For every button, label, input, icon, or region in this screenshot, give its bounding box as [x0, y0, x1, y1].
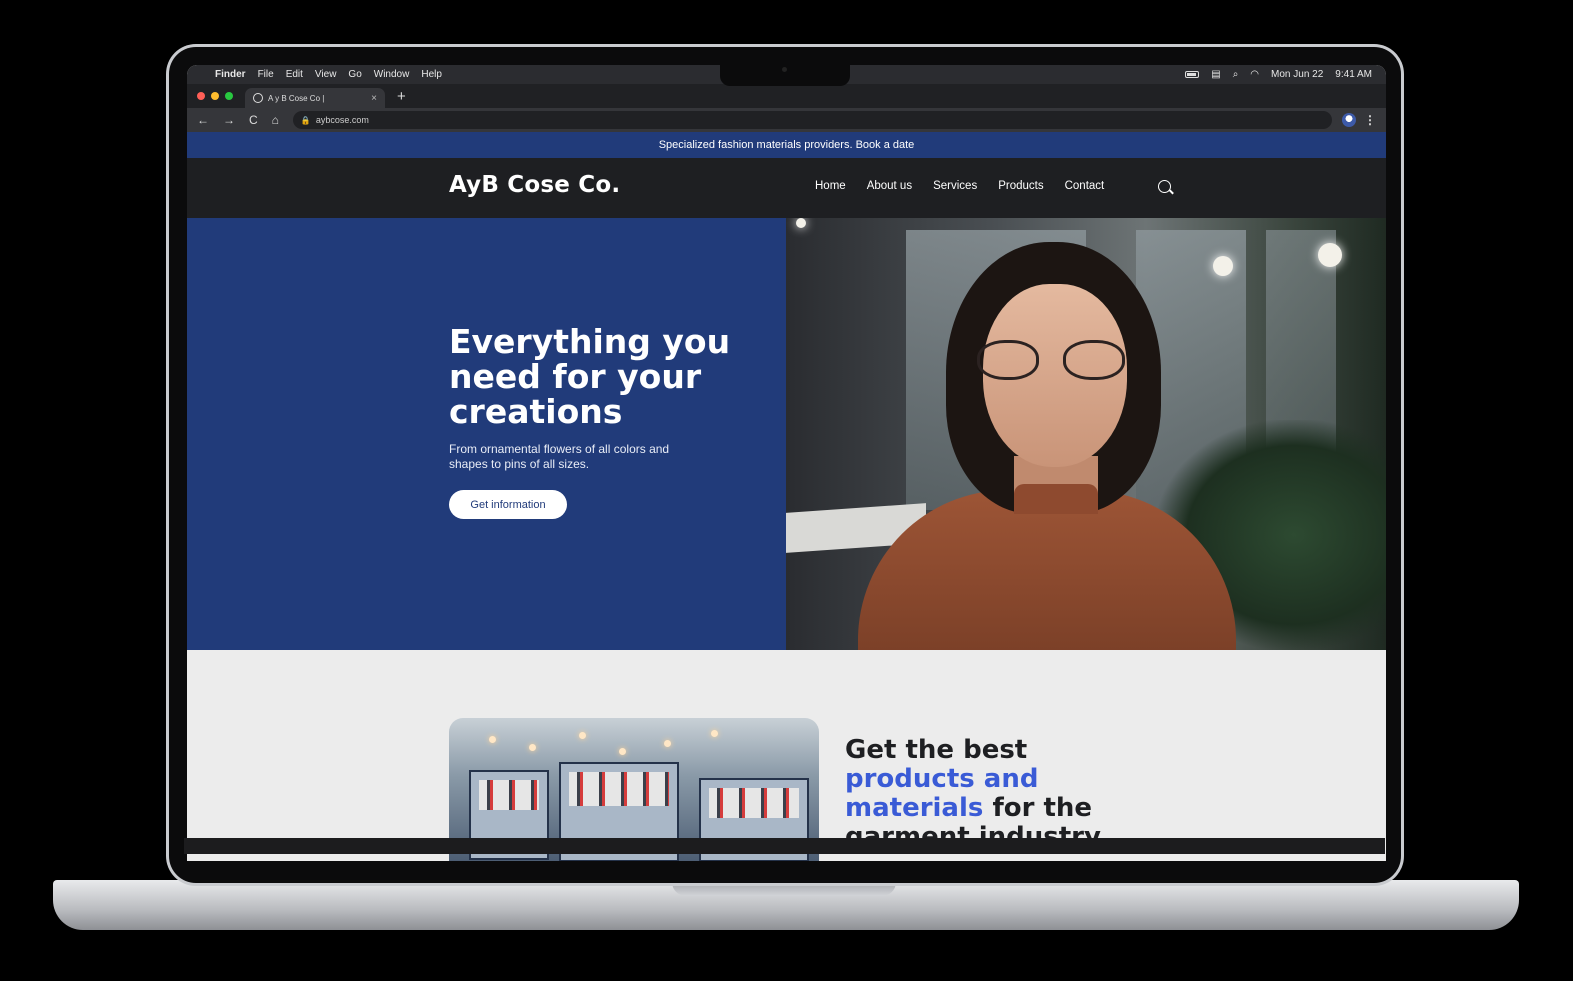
- menu-file[interactable]: File: [258, 69, 274, 80]
- photo-light: [489, 736, 496, 743]
- photo-light: [664, 740, 671, 747]
- photo-light: [1318, 243, 1342, 267]
- menu-edit[interactable]: Edit: [286, 69, 303, 80]
- browser-tab-strip: A y B Cose Co | × +: [187, 84, 1386, 108]
- camera-notch: [720, 62, 850, 86]
- browser-toolbar: ← → C ⌂ 🔒 aybcose.com ⋮: [187, 108, 1386, 132]
- lock-icon: 🔒: [300, 115, 311, 125]
- tab-title: A y B Cose Co |: [268, 93, 325, 103]
- photo-light: [579, 732, 586, 739]
- browser-tab[interactable]: A y B Cose Co | ×: [245, 88, 385, 108]
- address-bar[interactable]: 🔒 aybcose.com: [292, 111, 1332, 129]
- display-cards: [569, 772, 669, 806]
- screen: Finder File Edit View Go Window Help ▤ ⌕…: [187, 65, 1386, 861]
- close-window-button[interactable]: [197, 92, 205, 100]
- menu-help[interactable]: Help: [421, 69, 442, 80]
- photo-light: [711, 730, 718, 737]
- menubar-date: Mon Jun 22: [1271, 69, 1324, 80]
- nav-contact[interactable]: Contact: [1065, 180, 1105, 192]
- get-information-button[interactable]: Get information: [449, 490, 567, 519]
- new-tab-button[interactable]: +: [397, 88, 406, 105]
- forward-icon[interactable]: →: [223, 113, 235, 127]
- nav-about-us[interactable]: About us: [867, 180, 912, 192]
- feature-title-part1: Get the best: [845, 735, 1028, 765]
- hero-text-panel: Everything you need for your creations F…: [187, 218, 786, 650]
- menu-finder[interactable]: Finder: [215, 69, 246, 80]
- site-logo[interactable]: AyB Cose Co.: [449, 172, 620, 198]
- photo-light: [529, 744, 536, 751]
- globe-icon: [253, 93, 263, 103]
- nav-products[interactable]: Products: [998, 180, 1043, 192]
- camera-icon: [782, 67, 787, 72]
- display-cards: [709, 788, 799, 818]
- feature-title: Get the best products and materials for …: [845, 736, 1105, 852]
- nav-home[interactable]: Home: [815, 180, 846, 192]
- zoom-window-button[interactable]: [225, 92, 233, 100]
- announcement-text[interactable]: Specialized fashion materials providers.…: [659, 139, 915, 151]
- photo-light: [619, 748, 626, 755]
- browser-menu-icon[interactable]: ⋮: [1364, 113, 1376, 127]
- hero-photo: [786, 218, 1386, 650]
- profile-avatar[interactable]: [1342, 113, 1356, 127]
- site-header: AyB Cose Co. Home About us Services Prod…: [187, 158, 1386, 218]
- laptop-lid: Finder File Edit View Go Window Help ▤ ⌕…: [166, 44, 1404, 886]
- control-center-icon[interactable]: ▤: [1211, 69, 1220, 80]
- announcement-bar: Specialized fashion materials providers.…: [187, 132, 1386, 158]
- menubar-status: ▤ ⌕ ◠ Mon Jun 22 9:41 AM: [1185, 69, 1372, 80]
- laptop-mockup: Finder File Edit View Go Window Help ▤ ⌕…: [0, 0, 1573, 981]
- screen-bezel: Finder File Edit View Go Window Help ▤ ⌕…: [169, 47, 1401, 883]
- nav-services[interactable]: Services: [933, 180, 977, 192]
- glasses-lens-left: [977, 340, 1039, 380]
- hero-subtitle: From ornamental flowers of all colors an…: [449, 442, 670, 471]
- feature-section: Get the best products and materials for …: [187, 650, 1386, 861]
- hero-title: Everything you need for your creations: [449, 322, 731, 431]
- minimize-window-button[interactable]: [211, 92, 219, 100]
- search-icon[interactable]: [1158, 180, 1171, 193]
- close-tab-icon[interactable]: ×: [371, 93, 377, 104]
- home-icon[interactable]: ⌂: [272, 113, 279, 127]
- reload-icon[interactable]: C: [249, 113, 258, 127]
- photo-light: [1213, 256, 1233, 276]
- display-cards: [479, 780, 539, 810]
- wifi-icon[interactable]: ◠: [1250, 69, 1259, 80]
- menu-go[interactable]: Go: [348, 69, 361, 80]
- photo-light: [796, 218, 806, 228]
- glasses-icon: [977, 340, 1133, 382]
- hero-section: Everything you need for your creations F…: [187, 218, 1386, 650]
- spotlight-icon[interactable]: ⌕: [1233, 69, 1239, 80]
- menu-view[interactable]: View: [315, 69, 337, 80]
- window-controls: [197, 92, 233, 100]
- screen-bottom-bezel: [184, 838, 1385, 854]
- back-icon[interactable]: ←: [197, 113, 209, 127]
- menu-window[interactable]: Window: [374, 69, 410, 80]
- glasses-lens-right: [1063, 340, 1125, 380]
- person-collar: [1014, 484, 1098, 514]
- menubar-time: 9:41 AM: [1335, 69, 1372, 80]
- battery-icon[interactable]: [1185, 71, 1200, 78]
- site-nav: Home About us Services Products Contact: [815, 180, 1104, 192]
- url-text: aybcose.com: [315, 115, 369, 125]
